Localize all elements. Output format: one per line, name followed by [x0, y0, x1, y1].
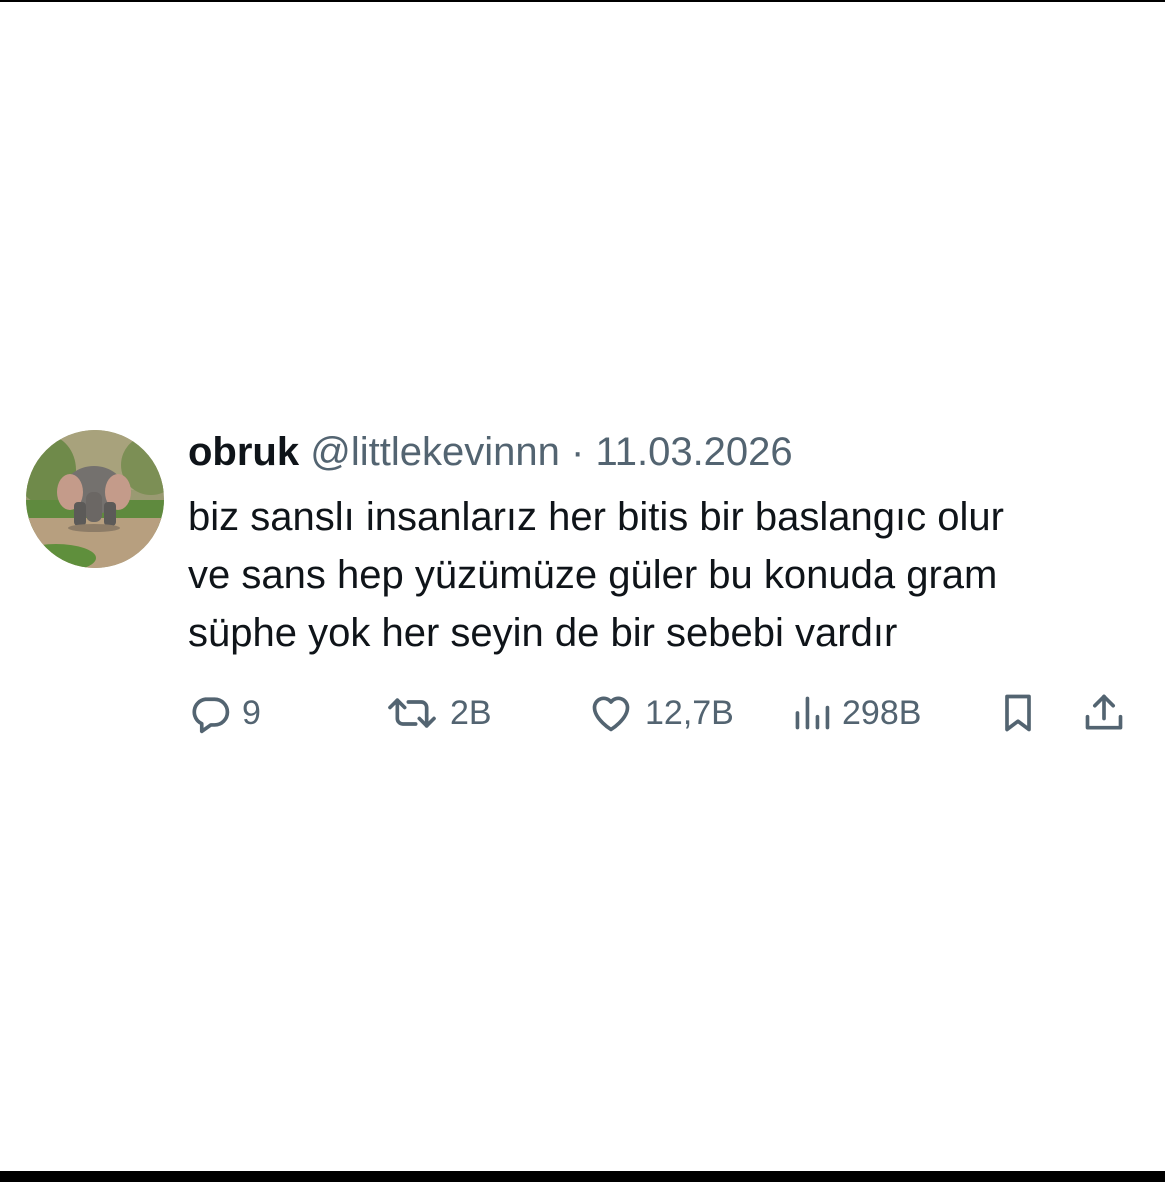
tweet-date[interactable]: 11.03.2026: [595, 430, 792, 474]
views-icon: [792, 691, 832, 735]
share-icon: [1080, 691, 1128, 735]
action-bar: 9 2B 12,7B 298B: [188, 688, 1138, 738]
header-separator: ·: [570, 430, 585, 474]
bookmark-button[interactable]: [996, 688, 1040, 738]
tweet-card[interactable]: obruk @littlekevinnn · 11.03.2026 biz sa…: [26, 426, 1141, 746]
tweet-text-line: süphe yok her seyin de bir sebebi vardır: [188, 611, 898, 655]
tweet-text-line: biz sanslı insanlarız her bitis bir basl…: [188, 495, 1004, 539]
tweet-text: biz sanslı insanlarız her bitis bir basl…: [188, 488, 1148, 662]
top-border: [0, 0, 1165, 2]
like-count: 12,7B: [645, 693, 734, 732]
repost-icon: [384, 691, 440, 735]
share-button[interactable]: [1080, 688, 1128, 738]
display-name[interactable]: obruk: [188, 430, 299, 474]
avatar[interactable]: [26, 430, 164, 568]
tweet-content: obruk @littlekevinnn · 11.03.2026 biz sa…: [188, 426, 1148, 662]
reply-button[interactable]: 9: [188, 688, 261, 738]
bookmark-icon: [996, 691, 1040, 735]
heart-icon: [587, 691, 635, 735]
bottom-border: [0, 1171, 1165, 1182]
tweet-header: obruk @littlekevinnn · 11.03.2026: [188, 426, 1148, 478]
repost-button[interactable]: 2B: [384, 688, 492, 738]
reply-icon: [188, 691, 232, 735]
elephant-avatar-icon: [26, 430, 164, 568]
reply-count: 9: [242, 693, 261, 732]
tweet-text-line: ve sans hep yüzümüze güler bu konuda gra…: [188, 553, 998, 597]
user-handle[interactable]: @littlekevinnn: [310, 430, 560, 474]
like-button[interactable]: 12,7B: [587, 688, 734, 738]
views-count: 298B: [842, 693, 922, 732]
views-button[interactable]: 298B: [792, 688, 921, 738]
repost-count: 2B: [450, 693, 492, 732]
